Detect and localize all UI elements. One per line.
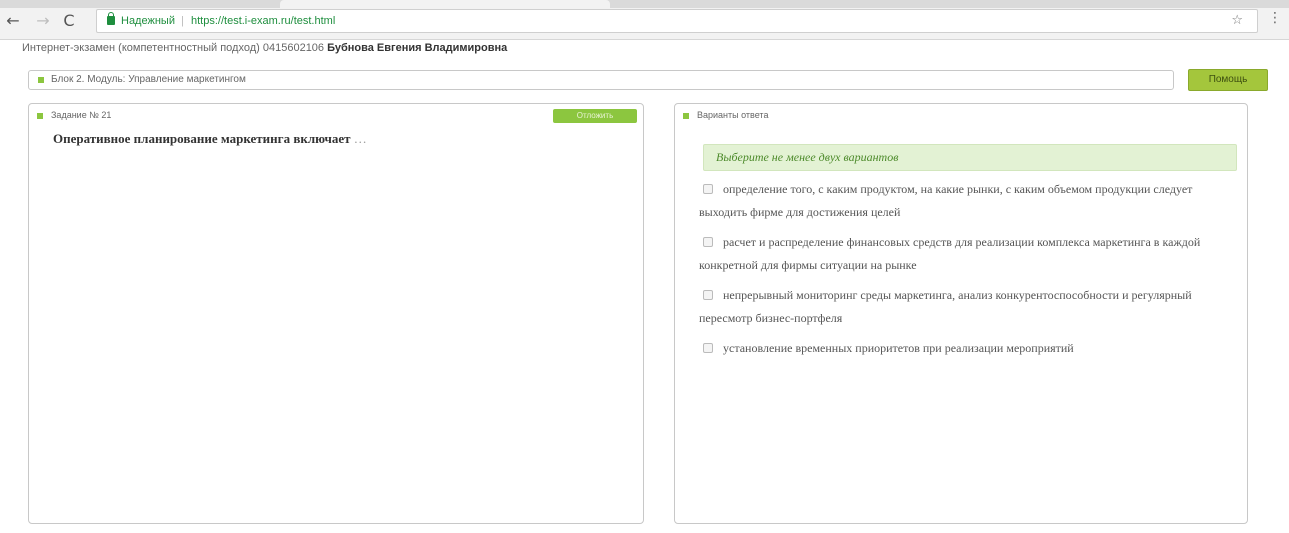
- answers-header: Варианты ответа: [683, 110, 768, 120]
- skip-task-button[interactable]: Отложить: [553, 109, 637, 123]
- checkbox-icon[interactable]: [703, 290, 713, 300]
- forward-icon[interactable]: →: [34, 12, 52, 30]
- browser-toolbar: ← → C Надежный | https://test.i-exam.ru/…: [0, 0, 1289, 40]
- browser-menu-icon[interactable]: ⋮: [1268, 10, 1282, 30]
- reload-icon[interactable]: C: [60, 12, 78, 30]
- answers-marker-icon: [683, 113, 689, 119]
- answer-option-3[interactable]: непрерывный мониторинг среды маркетинга,…: [699, 284, 1235, 330]
- help-button[interactable]: Помощь: [1188, 69, 1268, 91]
- answer-hint: Выберите не менее двух вариантов: [703, 144, 1237, 171]
- block-label: Блок 2. Модуль: Управление маркетингом: [51, 74, 246, 85]
- option-row: расчет и распределение финансовых средст…: [699, 231, 1235, 277]
- bookmark-star-icon[interactable]: ☆: [1231, 10, 1243, 32]
- option-row: непрерывный мониторинг среды маркетинга,…: [699, 284, 1235, 330]
- tab-strip: [0, 0, 1289, 8]
- active-tab[interactable]: [280, 0, 610, 8]
- secure-label: Надежный: [121, 15, 175, 27]
- answers-panel: Варианты ответа Выберите не менее двух в…: [674, 103, 1248, 524]
- task-title: Задание № 21: [51, 110, 112, 120]
- back-icon[interactable]: ←: [4, 12, 22, 30]
- checkbox-icon[interactable]: [703, 343, 713, 353]
- exam-header: Интернет-экзамен (компетентностный подхо…: [22, 42, 507, 54]
- url-separator: |: [181, 15, 184, 27]
- question-text: Оперативное планирование маркетинга вклю…: [53, 131, 367, 147]
- answer-options: определение того, с каким продуктом, на …: [699, 178, 1235, 367]
- option-label: установление временных приоритетов при р…: [723, 341, 1074, 355]
- option-label: определение того, с каким продуктом, на …: [699, 182, 1193, 219]
- address-bar[interactable]: Надежный | https://test.i-exam.ru/test.h…: [96, 9, 1258, 33]
- url-text[interactable]: https://test.i-exam.ru/test.html: [191, 10, 335, 32]
- option-label: непрерывный мониторинг среды маркетинга,…: [699, 288, 1192, 325]
- answer-option-1[interactable]: определение того, с каким продуктом, на …: [699, 178, 1235, 224]
- task-header: Задание № 21: [37, 110, 111, 120]
- task-panel: Задание № 21 Отложить Оперативное планир…: [28, 103, 644, 524]
- block-marker-icon: [38, 77, 44, 83]
- option-row: определение того, с каким продуктом, на …: [699, 178, 1235, 224]
- option-label: расчет и распределение финансовых средст…: [699, 235, 1201, 272]
- lock-icon: [107, 12, 115, 25]
- question-ellipsis: …: [353, 131, 367, 146]
- checkbox-icon[interactable]: [703, 237, 713, 247]
- checkbox-icon[interactable]: [703, 184, 713, 194]
- block-module-bar: Блок 2. Модуль: Управление маркетингом: [28, 70, 1174, 90]
- option-row: установление временных приоритетов при р…: [699, 337, 1235, 360]
- task-marker-icon: [37, 113, 43, 119]
- answer-option-2[interactable]: расчет и распределение финансовых средст…: [699, 231, 1235, 277]
- exam-info: Интернет-экзамен (компетентностный подхо…: [22, 42, 325, 54]
- answers-title: Варианты ответа: [697, 110, 769, 120]
- answer-option-4[interactable]: установление временных приоритетов при р…: [699, 337, 1235, 360]
- question-body: Оперативное планирование маркетинга вклю…: [53, 131, 351, 146]
- student-name: Бубнова Евгения Владимировна: [327, 42, 508, 54]
